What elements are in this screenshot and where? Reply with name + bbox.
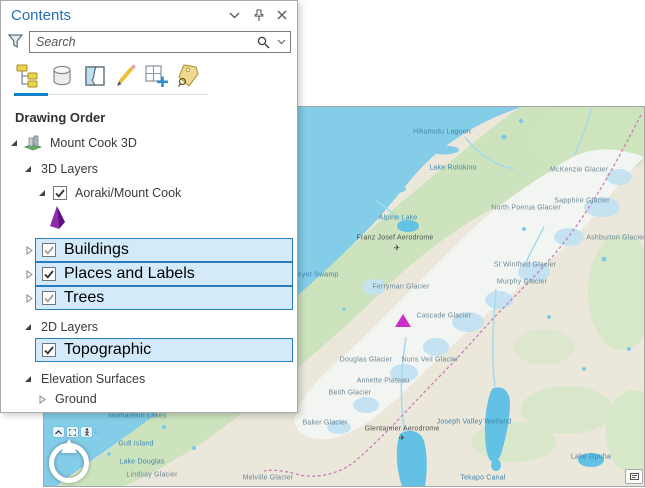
tree-item-label: 3D Layers xyxy=(41,162,98,176)
tree-item-label: Topographic xyxy=(64,341,151,359)
purple-tetrahedron-symbol[interactable] xyxy=(47,205,67,236)
tree-item-2d-layers[interactable]: 2D Layers xyxy=(23,317,98,337)
contents-pane: Contents xyxy=(0,0,298,413)
expand-navigator-icon[interactable] xyxy=(53,427,64,437)
full-extent-icon[interactable] xyxy=(67,427,78,437)
tree-item-buildings[interactable]: Buildings xyxy=(35,238,293,262)
filter-icon[interactable] xyxy=(8,34,24,50)
tab-list-by-selection[interactable] xyxy=(81,62,109,90)
expander-expanded-icon[interactable] xyxy=(23,323,33,331)
layer-checkbox-checked[interactable] xyxy=(42,343,56,357)
drawing-order-heading: Drawing Order xyxy=(15,110,105,125)
tree-item-label: Elevation Surfaces xyxy=(41,372,145,386)
tree-item-label: Buildings xyxy=(64,241,129,259)
navigator-toolbar[interactable]: ∷ xyxy=(53,427,99,437)
tab-list-by-drawing-order[interactable] xyxy=(13,62,41,90)
scene-icon xyxy=(24,135,42,151)
expander-collapsed-icon[interactable] xyxy=(24,246,34,255)
layer-checkbox-checked[interactable] xyxy=(42,267,56,281)
search-input[interactable] xyxy=(30,35,254,49)
pedestrian-view-icon[interactable] xyxy=(81,427,92,437)
pane-menu-button[interactable] xyxy=(225,6,243,24)
map-feedback-button[interactable] xyxy=(625,469,643,484)
expander-collapsed-icon[interactable] xyxy=(24,270,34,279)
tab-separator xyxy=(48,94,208,95)
tree-item-label: Ground xyxy=(55,392,97,406)
tree-item-label: Places and Labels xyxy=(64,265,195,283)
mount-cook-marker xyxy=(395,314,411,327)
expander-expanded-icon[interactable] xyxy=(9,139,19,147)
tree-item-label: Aoraki/Mount Cook xyxy=(75,186,181,200)
expander-collapsed-icon[interactable] xyxy=(24,294,34,303)
chevron-down-icon[interactable] xyxy=(272,39,290,45)
expander-collapsed-icon[interactable] xyxy=(37,395,47,404)
tab-list-by-editing[interactable] xyxy=(112,62,140,90)
compass-control[interactable] xyxy=(49,443,89,483)
tree-item-3d-layers[interactable]: 3D Layers xyxy=(23,159,98,179)
pane-header: Contents xyxy=(1,1,297,29)
tree-item-label: 2D Layers xyxy=(41,320,98,334)
layer-checkbox-checked-gray[interactable] xyxy=(42,243,56,257)
tab-list-by-labeling[interactable] xyxy=(174,62,202,90)
tree-item-label: Mount Cook 3D xyxy=(50,136,137,150)
tree-item-aoraki-mount-cook[interactable]: Aoraki/Mount Cook xyxy=(37,183,181,203)
selected-tab-underline xyxy=(14,93,48,96)
tree-item-topographic[interactable]: Topographic xyxy=(35,338,293,362)
magnifier-icon[interactable] xyxy=(254,36,272,49)
close-icon[interactable] xyxy=(273,6,291,24)
tree-item-trees[interactable]: Trees xyxy=(35,286,293,310)
tree-item-label: Trees xyxy=(64,289,104,307)
pin-icon[interactable] xyxy=(249,6,267,24)
spinner-icon: ∷ xyxy=(95,428,99,436)
tab-list-by-snapping[interactable] xyxy=(142,62,170,90)
pane-title: Contents xyxy=(11,7,225,24)
north-arrow-icon xyxy=(61,439,77,453)
tree-item-places-and-labels[interactable]: Places and Labels xyxy=(35,262,293,286)
layer-checkbox-checked-gray[interactable] xyxy=(42,291,56,305)
expander-expanded-icon[interactable] xyxy=(23,375,33,383)
search-box xyxy=(29,31,291,53)
tree-item-mount-cook-3d[interactable]: Mount Cook 3D xyxy=(9,133,137,153)
tree-item-ground[interactable]: Ground xyxy=(37,389,97,409)
layer-checkbox-checked[interactable] xyxy=(53,186,67,200)
tree-item-elevation-surfaces[interactable]: Elevation Surfaces xyxy=(23,369,145,389)
tab-list-by-data-source[interactable] xyxy=(48,62,76,90)
expander-expanded-icon[interactable] xyxy=(23,165,33,173)
expander-expanded-icon[interactable] xyxy=(37,189,47,197)
